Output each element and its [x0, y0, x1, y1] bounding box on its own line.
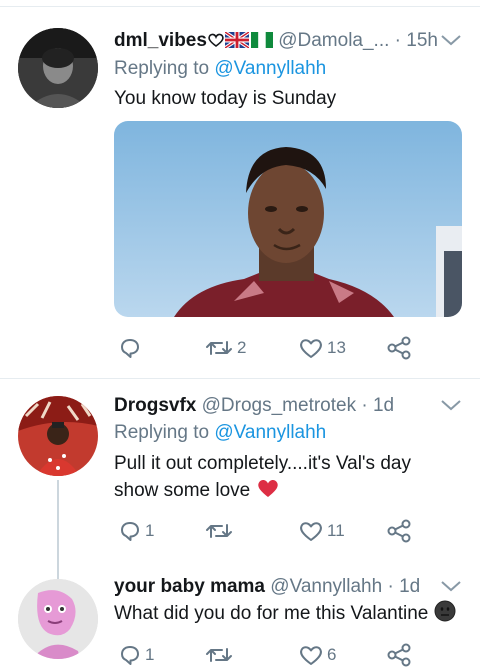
reply-button[interactable] — [118, 335, 145, 361]
tweet-text-line-1: Pull it out completely....it's Val's day — [114, 453, 411, 474]
avatar[interactable] — [18, 396, 98, 476]
retweet-button[interactable] — [204, 642, 237, 668]
handle[interactable]: @Damola_... — [278, 30, 389, 51]
chevron-down-icon[interactable] — [440, 33, 462, 47]
tweet-text-content: What did you do for me this Valantine — [114, 603, 429, 624]
heart-icon — [300, 522, 322, 541]
display-name[interactable]: Drogsvfx — [114, 395, 196, 416]
retweet-icon — [206, 341, 232, 355]
avatar[interactable] — [18, 579, 98, 659]
tweet-actions: 1 6 — [114, 642, 454, 668]
replying-to-link[interactable]: @Vannyllahh — [214, 422, 326, 443]
tweet-header: your baby mama @Vannyllahh · 1d — [114, 576, 420, 598]
tweet-text: Pull it out completely....it's Val's day… — [114, 450, 411, 507]
share-button[interactable] — [386, 642, 412, 668]
heart-icon — [300, 339, 322, 358]
dark-face-emoji-icon — [434, 600, 456, 630]
tweet-media-image[interactable] — [114, 121, 462, 317]
handle[interactable]: @Drogs_metrotek — [202, 395, 356, 416]
replying-to: Replying to @Vannyllahh — [114, 422, 326, 444]
tweet-header: dml_vibes @Damola_... · 15h — [114, 30, 438, 54]
retweet-button[interactable] — [204, 518, 237, 544]
retweet-icon — [206, 648, 232, 662]
replying-to-link[interactable]: @Vannyllahh — [214, 58, 326, 79]
tweet-text-line-2-text: show some love — [114, 480, 251, 501]
tweet-header: Drogsvfx @Drogs_metrotek · 1d — [114, 395, 394, 417]
reply-icon — [121, 339, 139, 358]
handle[interactable]: @Vannyllahh — [270, 576, 382, 597]
like-count: 13 — [327, 338, 346, 357]
tweet-2[interactable]: Drogsvfx @Drogs_metrotek · 1d Replying t… — [0, 379, 480, 579]
share-icon — [387, 643, 411, 667]
like-count: 11 — [327, 521, 345, 540]
timestamp[interactable]: · 15h — [395, 30, 438, 51]
share-icon — [387, 336, 411, 360]
red-heart-icon — [256, 477, 280, 507]
replying-prefix: Replying to — [114, 58, 210, 79]
tweet-text-line-2: show some love — [114, 477, 411, 507]
share-button[interactable] — [386, 335, 412, 361]
uk-flag-icon — [223, 30, 250, 54]
tweet-text: What did you do for me this Valantine — [114, 600, 456, 630]
retweet-button[interactable]: 2 — [204, 335, 246, 361]
tweet-actions: 1 11 — [114, 518, 454, 544]
reply-button[interactable]: 1 — [118, 642, 154, 668]
display-name[interactable]: dml_vibes — [114, 30, 207, 51]
chevron-down-icon[interactable] — [440, 579, 462, 593]
tweet-text: You know today is Sunday — [114, 88, 337, 109]
tweet-3[interactable]: your baby mama @Vannyllahh · 1d What did… — [0, 560, 480, 667]
replying-to: Replying to @Vannyllahh — [114, 58, 326, 80]
share-icon — [387, 519, 411, 543]
timestamp[interactable]: · 1d — [361, 395, 394, 416]
timestamp[interactable]: · 1d — [387, 576, 420, 597]
retweet-icon — [206, 524, 232, 538]
like-count: 6 — [327, 645, 337, 664]
reply-button[interactable]: 1 — [118, 518, 154, 544]
reply-icon — [121, 522, 139, 541]
reply-count: 1 — [145, 521, 155, 540]
like-button[interactable]: 6 — [298, 642, 336, 668]
avatar[interactable] — [18, 28, 98, 108]
heart-icon — [300, 646, 322, 665]
like-button[interactable]: 11 — [298, 518, 345, 544]
chevron-down-icon[interactable] — [440, 398, 462, 412]
tweet-1[interactable]: dml_vibes @Damola_... · 15h Replying to … — [0, 0, 480, 378]
share-button[interactable] — [386, 518, 412, 544]
white-heart-icon — [207, 32, 225, 54]
reply-icon — [121, 646, 139, 665]
reply-count: 1 — [145, 645, 155, 664]
nigeria-flag-icon — [250, 32, 273, 54]
like-button[interactable]: 13 — [298, 335, 346, 361]
display-name[interactable]: your baby mama — [114, 576, 265, 597]
replying-prefix: Replying to — [114, 422, 210, 443]
tweet-actions: 2 13 — [114, 335, 454, 361]
retweet-count: 2 — [237, 338, 247, 357]
